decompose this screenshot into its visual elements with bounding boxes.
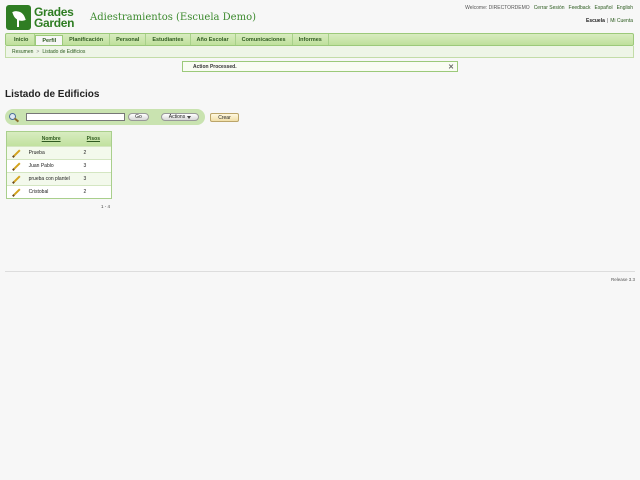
school-name: Adiestramientos (Escuela Demo) (90, 12, 256, 23)
pencil-icon (13, 188, 21, 196)
release-label: Release 3.3 (610, 277, 635, 282)
breadcrumb: Resumen > Listado de Edificios (5, 46, 634, 58)
page-title: Listado de Edificios (5, 89, 100, 100)
tab-personal[interactable]: Personal (110, 34, 147, 45)
column-header-floors[interactable]: Pisos (76, 136, 111, 142)
context-separator: | (606, 18, 609, 24)
table-row: Juan Pablo 3 (7, 159, 111, 172)
edit-button[interactable] (7, 188, 27, 196)
actions-label: Actions (168, 114, 186, 120)
breadcrumb-current: Listado de Edificios (42, 48, 86, 55)
tab-estudiantes[interactable]: Estudiantes (146, 34, 191, 45)
chevron-down-icon (187, 115, 192, 119)
table-header: Nombre Pisos (7, 132, 111, 146)
username: DIRECTORDEMO (488, 5, 530, 11)
tab-ano-escolar[interactable]: Año Escolar (191, 34, 236, 45)
edit-button[interactable] (7, 149, 27, 157)
status-message-text: Action Processed. (193, 63, 237, 70)
table-row: Prueba 2 (7, 146, 111, 159)
lang-es-link[interactable]: Español (595, 5, 613, 11)
logout-link[interactable]: Cerrar Sesión (534, 5, 565, 11)
edit-button[interactable] (7, 162, 27, 170)
edit-button[interactable] (7, 175, 27, 183)
table-body: Prueba 2 Juan Pablo 3 prueba con plantel… (7, 146, 111, 198)
tab-comunicaciones[interactable]: Comunicaciones (236, 34, 293, 45)
building-name: Prueba (28, 150, 45, 156)
breadcrumb-root[interactable]: Resumen (12, 49, 33, 55)
logo[interactable]: Grades Garden (6, 5, 75, 30)
pagination-info: 1 - 4 (101, 204, 111, 209)
search-icon[interactable] (8, 112, 20, 123)
my-account-link[interactable]: Mi Cuenta (610, 18, 633, 24)
lang-en-link[interactable]: English (617, 5, 633, 11)
column-header-name[interactable]: Nombre (27, 136, 76, 142)
welcome-label: Welcome: (465, 5, 488, 11)
welcome-text: Welcome: DIRECTORDEMO (465, 5, 530, 11)
status-message: Action Processed. ✕ (182, 61, 458, 72)
tab-perfil[interactable]: Perfil (35, 35, 64, 45)
table-row: prueba con plantel 3 (7, 172, 111, 185)
pencil-icon (13, 162, 21, 170)
main-nav: Inicio Perfil Planificación Personal Est… (5, 33, 634, 46)
close-icon[interactable]: ✕ (448, 63, 454, 71)
breadcrumb-separator: > (36, 48, 40, 55)
building-floors: 2 (83, 189, 87, 195)
tab-informes[interactable]: Informes (293, 34, 329, 45)
go-button[interactable]: Go (128, 113, 149, 121)
logo-text: Grades Garden (34, 6, 75, 30)
pencil-icon (13, 149, 21, 157)
building-floors: 2 (83, 150, 87, 156)
building-name: prueba con plantel (28, 176, 70, 182)
actions-button[interactable]: Actions (161, 113, 199, 121)
pencil-icon (13, 175, 21, 183)
header: Grades Garden Adiestramientos (Escuela D… (0, 0, 640, 34)
context-links: Escuela | Mi Cuenta (586, 18, 633, 24)
table-row: Cristobal 2 (7, 185, 111, 198)
search-input[interactable] (26, 113, 125, 121)
building-floors: 3 (83, 176, 87, 182)
logo-line-2: Garden (34, 15, 75, 30)
building-floors: 3 (83, 163, 87, 169)
tab-planificacion[interactable]: Planificación (63, 34, 111, 45)
building-name: Juan Pablo (28, 163, 54, 169)
context-school: Escuela (585, 18, 605, 24)
top-links: Welcome: DIRECTORDEMO Cerrar Sesión Feed… (465, 5, 633, 11)
feedback-link[interactable]: Feedback (569, 5, 591, 11)
create-button[interactable]: Crear (210, 113, 239, 122)
tab-inicio[interactable]: Inicio (8, 34, 36, 45)
logo-leaf-icon (6, 5, 31, 30)
search-bar: Go Actions (5, 109, 205, 125)
buildings-table: Nombre Pisos Prueba 2 Juan Pablo 3 prueb… (6, 131, 112, 199)
footer-divider (5, 271, 635, 272)
building-name: Cristobal (28, 189, 49, 195)
